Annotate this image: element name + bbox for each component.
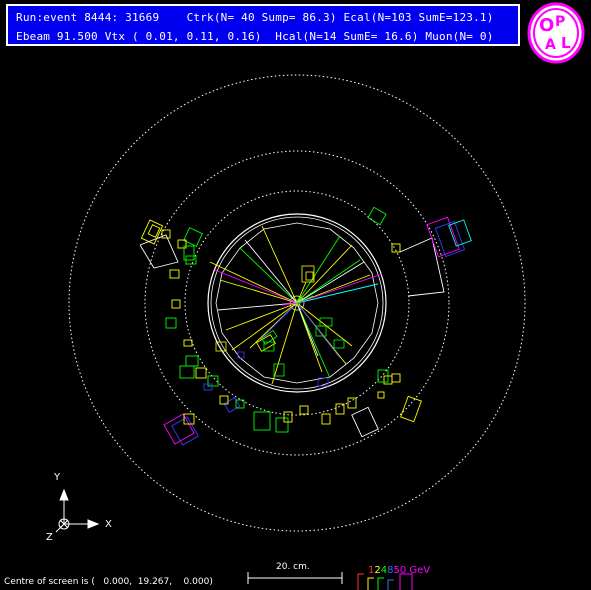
track xyxy=(296,273,383,304)
track-group xyxy=(209,225,383,385)
scale-bar xyxy=(247,572,343,584)
track xyxy=(244,239,298,304)
track xyxy=(296,302,341,359)
track xyxy=(217,302,298,311)
event-display xyxy=(55,74,526,590)
y-axis-label: Y xyxy=(54,472,61,483)
axes-indicator xyxy=(55,488,100,533)
z-axis-label: Z xyxy=(46,532,53,543)
track xyxy=(296,259,361,304)
track xyxy=(296,283,379,304)
scale-label: 20. cm. xyxy=(276,562,310,572)
energy-scale-value: 50 GeV xyxy=(393,565,431,576)
track xyxy=(296,235,341,304)
track xyxy=(296,302,331,379)
x-axis-label: X xyxy=(105,519,112,530)
energy-scale-bars xyxy=(357,573,413,590)
track xyxy=(209,261,298,304)
energy-scale-legend: 124850 GeV xyxy=(368,565,430,576)
centre-of-screen-text: Centre of screen is ( 0.000, 19.267, 0.0… xyxy=(4,577,213,587)
track xyxy=(225,302,298,331)
